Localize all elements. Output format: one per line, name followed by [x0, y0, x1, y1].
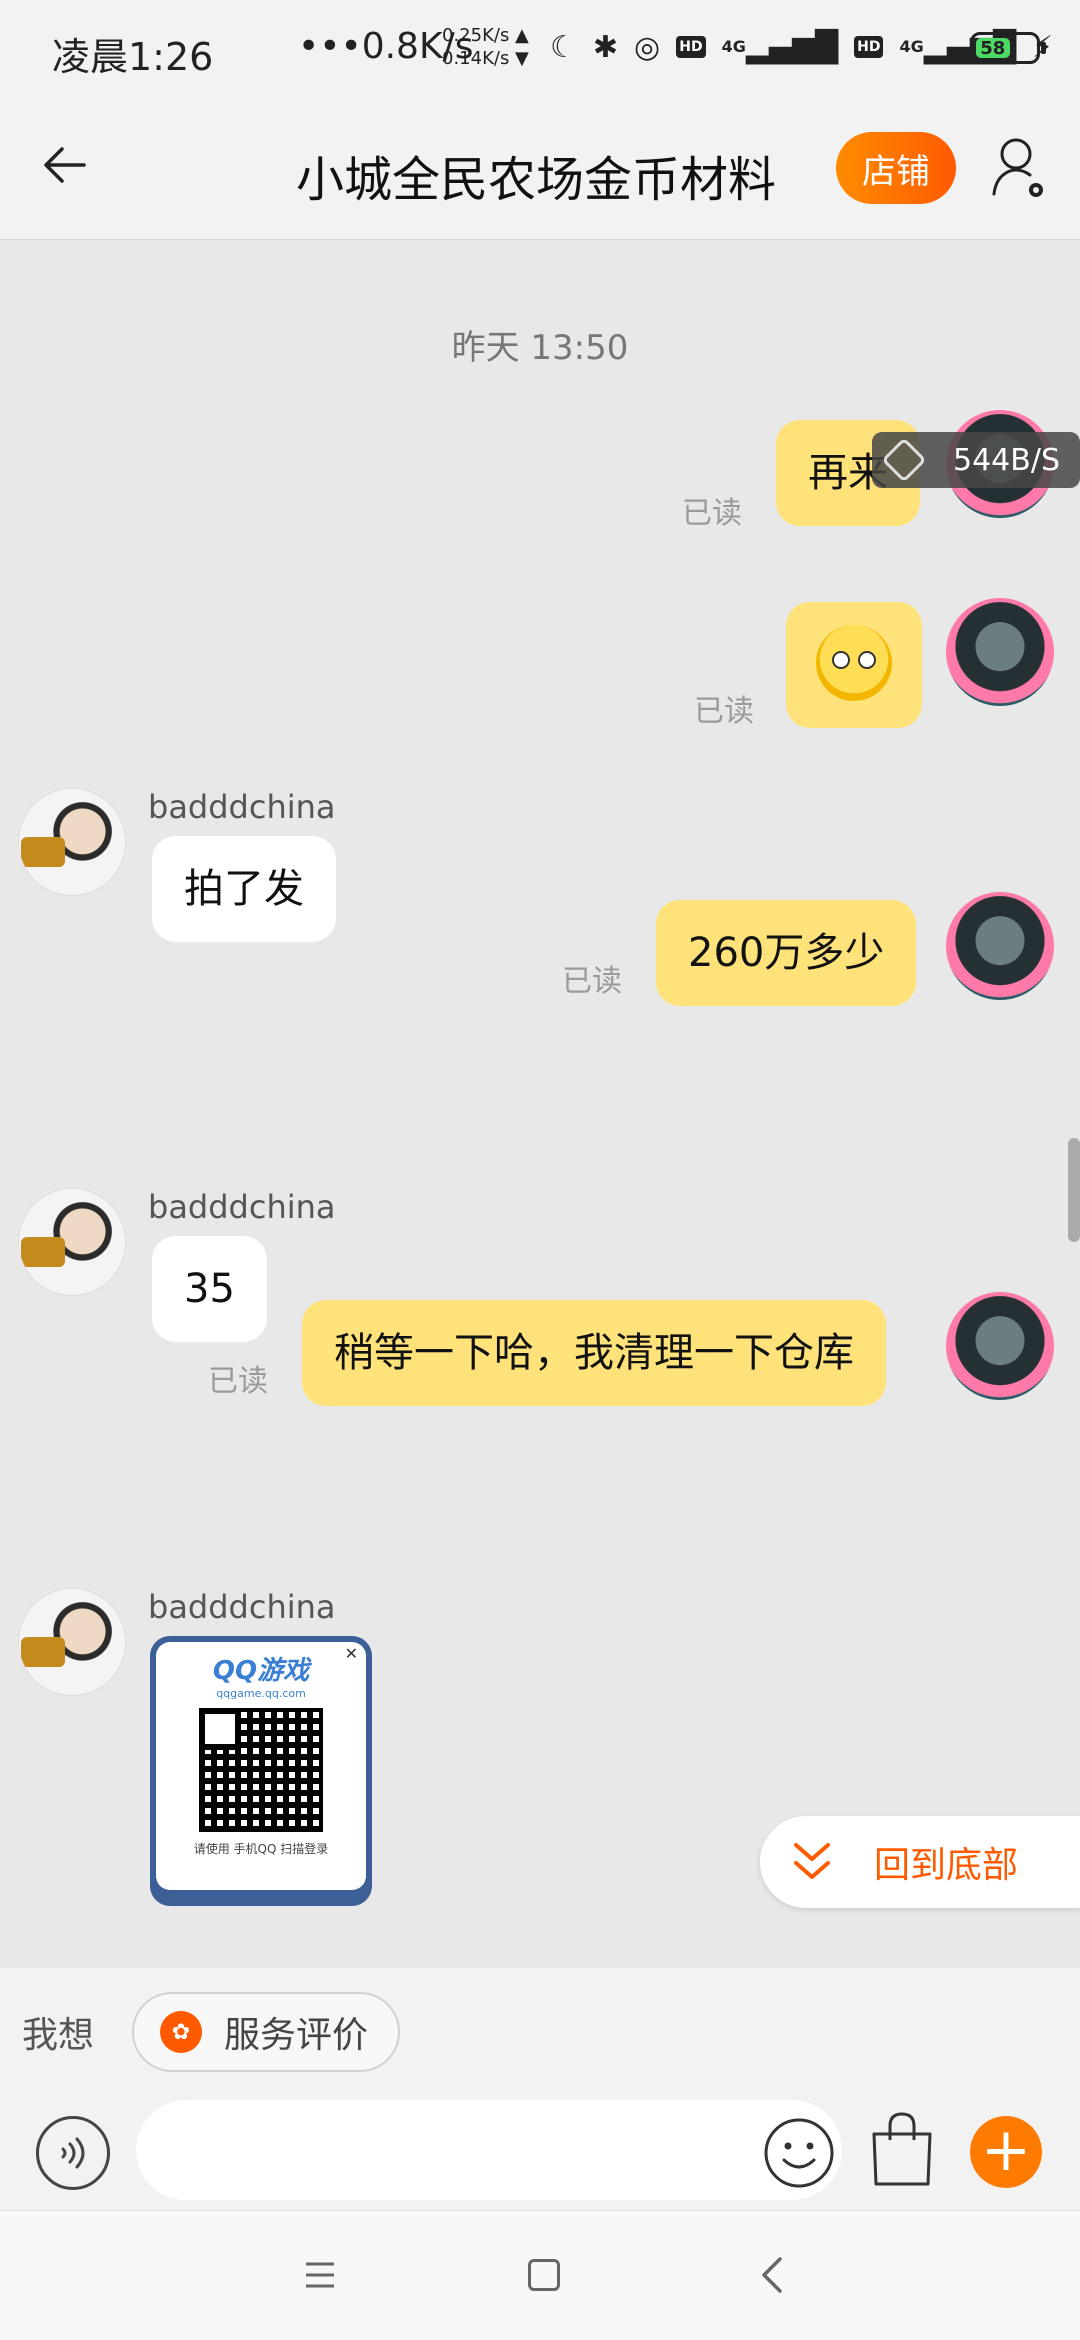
sender-name: badddchina — [148, 788, 336, 826]
message-timestamp: 昨天 13:50 — [451, 328, 629, 368]
read-status: 已读 — [208, 1364, 268, 1399]
my-avatar[interactable] — [946, 1292, 1054, 1400]
read-status: 已读 — [562, 964, 622, 999]
vibrate-icon: ◎ — [634, 29, 661, 65]
speed-overlay-text: 544B/S — [953, 442, 1060, 478]
hd-icon-2: HD — [854, 36, 884, 58]
read-status: 已读 — [682, 496, 742, 531]
qr-image-message[interactable]: ✕ QQ游戏 qqgame.qq.com 请使用 手机QQ 扫描登录 — [150, 1636, 372, 1906]
message-text-input[interactable] — [136, 2100, 842, 2200]
network-speed-overlay: 544B/S — [872, 432, 1080, 488]
scroll-to-bottom-label: 回到底部 — [874, 1845, 1019, 1886]
service-review-label: 服务评价 — [224, 2015, 369, 2056]
peer-avatar[interactable] — [18, 1188, 126, 1296]
emoji-picker-icon[interactable] — [762, 2116, 836, 2190]
double-chevron-down-icon — [794, 1843, 830, 1879]
game-badge-icon — [21, 1237, 65, 1267]
peer-message-bubble[interactable]: 拍了发 — [152, 836, 336, 942]
system-nav-bar — [0, 2210, 1080, 2340]
peer-message-bubble[interactable]: 35 — [152, 1236, 267, 1342]
my-avatar[interactable] — [946, 892, 1054, 1000]
status-bar: 凌晨1:26 •••0.8K/s 0.25K/s ▲ 0.14K/s ▼ ☾ ✱… — [0, 0, 1080, 100]
scrollbar-thumb[interactable] — [1068, 1138, 1080, 1242]
app-root: 凌晨1:26 •••0.8K/s 0.25K/s ▲ 0.14K/s ▼ ☾ ✱… — [0, 0, 1080, 2340]
scroll-to-bottom-button[interactable]: 回到底部 — [760, 1816, 1080, 1908]
wish-label: 我想 — [22, 2015, 95, 2056]
game-badge-icon — [21, 837, 65, 867]
service-review-chip[interactable]: ✿ 服务评价 — [132, 1992, 400, 2072]
battery-icon: 58 — [970, 32, 1046, 64]
sound-wave-icon — [61, 2137, 85, 2169]
peer-avatar[interactable] — [18, 1588, 126, 1696]
peer-avatar[interactable] — [18, 788, 126, 896]
chat-messages[interactable]: 昨天 13:50 已读 再来 544B/S 已读 badddchina 拍了发 … — [0, 240, 1080, 1968]
qr-card-inner: ✕ QQ游戏 qqgame.qq.com 请使用 手机QQ 扫描登录 — [156, 1642, 366, 1890]
nav-back-icon[interactable] — [758, 2255, 786, 2295]
speed-overlay-icon — [881, 437, 927, 483]
game-badge-icon — [21, 1637, 65, 1667]
page-title: 小城全民农场金币材料 — [296, 152, 777, 208]
qr-code-icon — [199, 1708, 323, 1832]
rolling-eyes-emoji-icon — [816, 625, 892, 701]
hd-icon: HD — [676, 36, 706, 58]
message-input-bar: + — [0, 2092, 1080, 2210]
my-emoji-bubble[interactable] — [786, 602, 922, 728]
sender-name: badddchina — [148, 1188, 336, 1226]
my-avatar[interactable] — [946, 598, 1054, 706]
qr-url: qqgame.qq.com — [216, 1687, 306, 1700]
battery-level: 58 — [976, 38, 1010, 59]
chat-header: 小城全民农场金币材料 店铺 — [0, 100, 1080, 240]
menu-icon[interactable] — [304, 2261, 336, 2289]
download-speed: 0.14K/s ▼ — [442, 48, 529, 69]
voice-input-icon[interactable] — [36, 2116, 110, 2190]
more-plus-button[interactable]: + — [970, 2116, 1042, 2188]
shopping-bag-icon[interactable] — [868, 2110, 936, 2188]
signal-icon-1: 4G ▂▄▆█ — [721, 29, 839, 65]
user-settings-icon[interactable] — [990, 134, 1050, 204]
read-status: 已读 — [694, 694, 754, 729]
bluetooth-icon: ✱ — [592, 29, 619, 65]
my-message-bubble[interactable]: 稍等一下哈，我清理一下仓库 — [302, 1300, 886, 1406]
flower-icon: ✿ — [160, 2011, 202, 2053]
qr-title: QQ游戏 — [212, 1656, 310, 1686]
home-icon[interactable] — [528, 2259, 560, 2291]
upload-speed: 0.25K/s ▲ — [442, 25, 529, 46]
shop-button[interactable]: 店铺 — [836, 132, 956, 204]
sender-name: badddchina — [148, 1588, 336, 1626]
status-time: 凌晨1:26 — [52, 35, 214, 79]
quick-actions-bar: 我想 ✿ 服务评价 — [0, 1968, 1080, 2092]
close-icon: ✕ — [344, 1644, 358, 1663]
my-message-bubble[interactable]: 260万多少 — [656, 900, 917, 1006]
back-arrow-icon[interactable] — [40, 140, 90, 190]
moon-icon: ☾ — [550, 29, 577, 65]
up-down-speed: 0.25K/s ▲ 0.14K/s ▼ — [442, 24, 529, 70]
qr-caption: 请使用 手机QQ 扫描登录 — [193, 1842, 329, 1856]
